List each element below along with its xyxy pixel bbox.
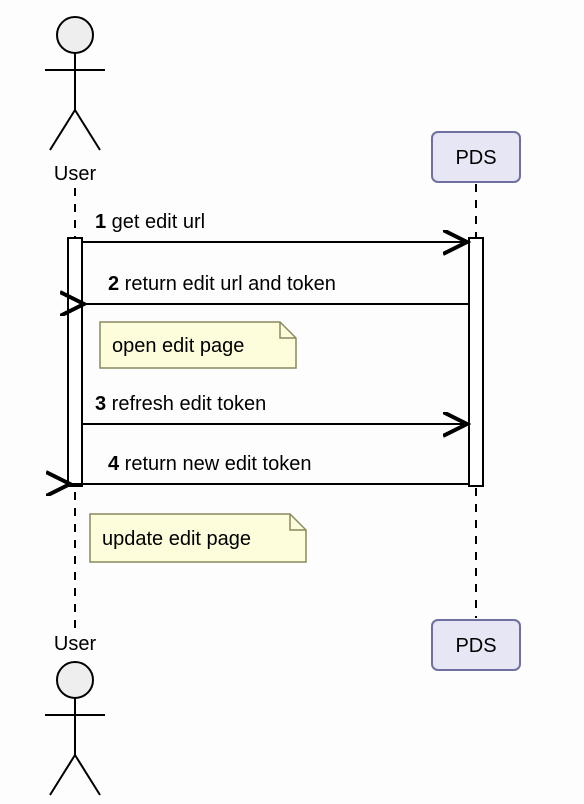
- svg-text:1 get edit url: 1 get edit url: [95, 211, 205, 233]
- actor-user-bottom: User: [45, 633, 105, 795]
- actor-user-top: User: [45, 17, 105, 185]
- note-open-edit-page: open edit page: [100, 322, 296, 368]
- svg-text:2 return edit url and token: 2 return edit url and token: [108, 273, 336, 295]
- message-3-text: refresh edit token: [106, 393, 266, 415]
- note-update-edit-page: update edit page: [90, 514, 306, 562]
- actor-pds-top: PDS: [432, 132, 520, 182]
- activation-pds: [469, 238, 483, 486]
- actor-pds-bottom-label: PDS: [455, 635, 496, 657]
- actor-pds-top-label: PDS: [455, 147, 496, 169]
- actor-pds-bottom: PDS: [432, 620, 520, 670]
- message-3: 3 refresh edit token: [82, 393, 467, 424]
- actor-user-bottom-label: User: [54, 633, 97, 655]
- svg-text:3 refresh edit token: 3 refresh edit token: [95, 393, 266, 415]
- svg-text:4 return new edit token: 4 return new edit token: [108, 453, 311, 475]
- note-2-text: update edit page: [102, 528, 251, 550]
- message-1: 1 get edit url: [82, 211, 467, 242]
- message-4-text: return new edit token: [119, 453, 311, 475]
- message-3-num: 3: [95, 393, 106, 415]
- sequence-diagram: User PDS 1 get edit url 2 return edit ur…: [0, 0, 584, 804]
- message-4: 4 return new edit token: [70, 453, 469, 484]
- message-2: 2 return edit url and token: [84, 273, 469, 304]
- message-1-text: get edit url: [106, 211, 205, 233]
- actor-user-top-label: User: [54, 163, 97, 185]
- message-2-num: 2: [108, 273, 119, 295]
- message-2-text: return edit url and token: [119, 273, 336, 295]
- message-1-num: 1: [95, 211, 106, 233]
- note-1-text: open edit page: [112, 335, 244, 357]
- activation-user: [68, 238, 82, 486]
